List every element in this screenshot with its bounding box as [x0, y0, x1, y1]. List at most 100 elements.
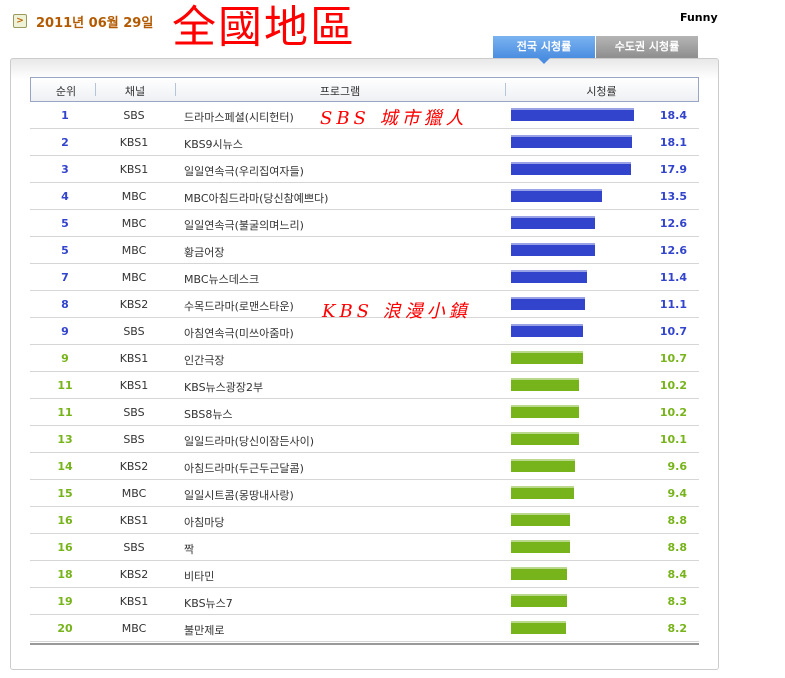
rating-bar — [511, 567, 568, 580]
rating-bar — [511, 405, 580, 418]
rating-bar — [511, 594, 567, 607]
table-row: 16 SBS 짝 8.8 — [30, 534, 699, 561]
col-channel: 채널 — [124, 85, 146, 98]
table-row: 15 MBC 일일시트콤(몽땅내사랑) 9.4 — [30, 480, 699, 507]
channel: KBS1 — [119, 136, 149, 149]
rating-bar — [511, 162, 631, 175]
rank: 3 — [61, 163, 69, 176]
col-rank: 순위 — [55, 85, 77, 98]
rating-value: 18.1 — [659, 136, 687, 149]
active-tab-pointer — [538, 58, 550, 64]
rating-bar — [511, 189, 602, 202]
program-name: SBS8뉴스 — [184, 408, 233, 421]
table-row: 11 KBS1 KBS뉴스광장2부 10.2 — [30, 372, 699, 399]
rating-bar — [511, 378, 580, 391]
channel: MBC — [121, 244, 147, 257]
rating-value: 10.7 — [659, 352, 687, 365]
rating-bar — [511, 108, 635, 121]
rating-value: 12.6 — [659, 217, 687, 230]
table-row: 5 MBC 일일연속극(불굴의며느리) 12.6 — [30, 210, 699, 237]
user-label: Funny — [680, 11, 718, 24]
rank: 9 — [61, 325, 69, 338]
table-row: 18 KBS2 비타민 8.4 — [30, 561, 699, 588]
table-row: 9 KBS1 인간극장 10.7 — [30, 345, 699, 372]
rating-bar — [511, 324, 583, 337]
program-name: 일일시트콤(몽땅내사랑) — [184, 489, 294, 502]
rating-bar — [511, 513, 570, 526]
table-bottom-border — [30, 643, 699, 645]
table-row: 3 KBS1 일일연속극(우리집여자들) 17.9 — [30, 156, 699, 183]
rank: 20 — [57, 622, 73, 635]
program-name: 아침드라마(두근두근달콤) — [184, 462, 304, 475]
rank: 4 — [61, 190, 69, 203]
program-name: 아침마당 — [184, 516, 225, 529]
program-name: 일일연속극(불굴의며느리) — [184, 219, 304, 232]
program-name: MBC아침드라마(당신참예쁘다) — [184, 192, 329, 205]
tab-capital-ratings[interactable]: 수도권 시청률 — [596, 36, 698, 58]
channel: MBC — [121, 487, 147, 500]
rank: 11 — [57, 379, 73, 392]
table-row: 16 KBS1 아침마당 8.8 — [30, 507, 699, 534]
rating-value: 12.6 — [659, 244, 687, 257]
rating-value: 8.3 — [667, 595, 688, 608]
program-name: 드라마스페셜(시티헌터) — [184, 111, 294, 124]
program-name: 짝 — [184, 543, 195, 556]
rank: 18 — [57, 568, 73, 581]
program-name: 일일드라마(당신이잠든사이) — [184, 435, 315, 448]
program-name: 황금어장 — [184, 246, 225, 259]
channel: KBS2 — [119, 460, 149, 473]
rating-value: 13.5 — [659, 190, 687, 203]
rank: 14 — [57, 460, 73, 473]
rank: 11 — [57, 406, 73, 419]
rating-value: 11.1 — [659, 298, 687, 311]
rating-bar — [511, 135, 633, 148]
date-label: 2011년 06월 29일 — [36, 16, 154, 31]
rating-value: 17.9 — [659, 163, 687, 176]
rating-value: 10.7 — [659, 325, 687, 338]
program-name: MBC뉴스데스크 — [184, 273, 260, 286]
rank: 15 — [57, 487, 73, 500]
rating-bar — [511, 243, 596, 256]
channel: KBS1 — [119, 379, 149, 392]
tab-national-ratings[interactable]: 전국 시청률 — [493, 36, 595, 58]
table-row: 13 SBS 일일드라마(당신이잠든사이) 10.1 — [30, 426, 699, 453]
channel: SBS — [123, 109, 145, 122]
rank: 16 — [57, 541, 73, 554]
channel: SBS — [123, 406, 145, 419]
channel: SBS — [123, 325, 145, 338]
table-row: 14 KBS2 아침드라마(두근두근달콤) 9.6 — [30, 453, 699, 480]
rank: 5 — [61, 217, 69, 230]
arrow-right-icon[interactable]: > — [13, 14, 27, 28]
rank: 1 — [61, 109, 69, 122]
rank: 16 — [57, 514, 73, 527]
table-row: 20 MBC 불만제로 8.2 — [30, 615, 699, 642]
channel: KBS2 — [119, 298, 149, 311]
rating-value: 10.2 — [659, 379, 687, 392]
program-name: 수목드라마(로맨스타운) — [184, 300, 294, 313]
channel: SBS — [123, 541, 145, 554]
rating-value: 9.4 — [667, 487, 688, 500]
program-name: 인간극장 — [184, 354, 225, 367]
rank: 5 — [61, 244, 69, 257]
channel: KBS2 — [119, 568, 149, 581]
channel: MBC — [121, 622, 147, 635]
program-name: KBS9시뉴스 — [184, 138, 243, 151]
program-name: KBS뉴스광장2부 — [184, 381, 264, 394]
program-name: KBS뉴스7 — [184, 597, 233, 610]
channel: MBC — [121, 217, 147, 230]
table-row: 19 KBS1 KBS뉴스7 8.3 — [30, 588, 699, 615]
rank: 19 — [57, 595, 73, 608]
table-row: 5 MBC 황금어장 12.6 — [30, 237, 699, 264]
rating-value: 10.1 — [659, 433, 687, 446]
table-row: 7 MBC MBC뉴스데스크 11.4 — [30, 264, 699, 291]
rating-bar — [511, 540, 570, 553]
rank: 9 — [61, 352, 69, 365]
channel: KBS1 — [119, 163, 149, 176]
rating-bar — [511, 459, 576, 472]
channel: MBC — [121, 190, 147, 203]
rating-bar — [511, 297, 586, 310]
col-program: 프로그램 — [319, 85, 361, 98]
rating-value: 10.2 — [659, 406, 687, 419]
rating-value: 8.2 — [667, 622, 688, 635]
annotation-sbs: SBS 城市獵人 — [320, 108, 468, 129]
